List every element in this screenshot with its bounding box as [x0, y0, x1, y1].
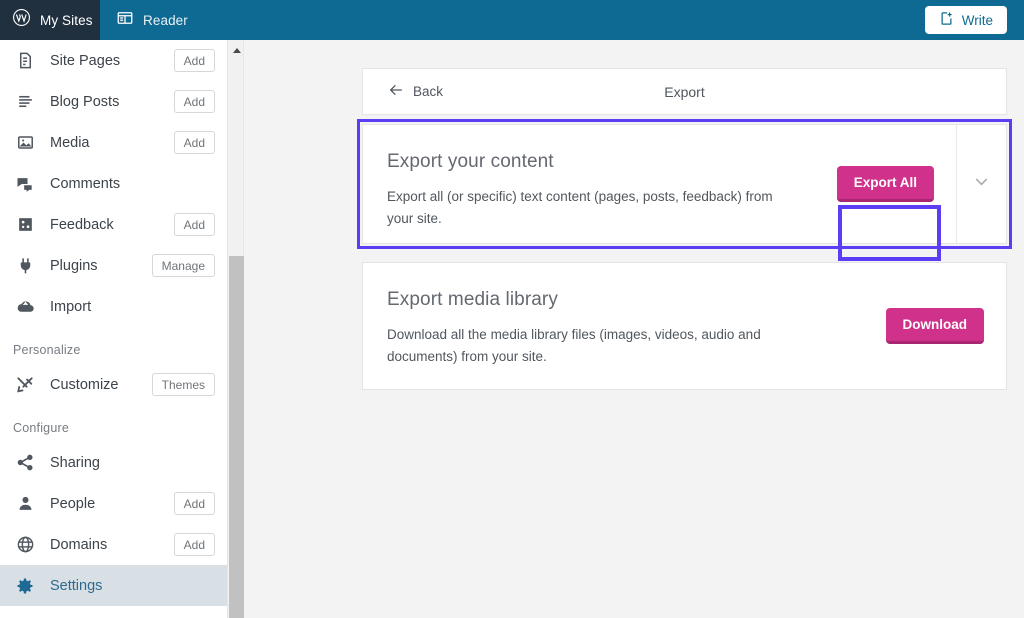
reader-nav-button[interactable]: Reader — [100, 0, 204, 40]
comments-icon — [13, 172, 37, 196]
sidebar-label: Import — [50, 298, 92, 315]
customize-tools-icon — [13, 373, 37, 397]
export-media-title: Export media library — [387, 289, 558, 310]
sidebar-item-settings[interactable]: Settings — [0, 565, 227, 606]
plugin-icon — [13, 254, 37, 278]
my-sites-label: My Sites — [40, 12, 93, 28]
export-content-description: Export all (or specific) text content (p… — [387, 189, 773, 226]
sidebar-scrollbar-track[interactable] — [229, 40, 244, 618]
page-icon — [13, 49, 37, 73]
sidebar-action-button[interactable]: Themes — [151, 373, 215, 396]
reader-label: Reader — [143, 12, 188, 28]
sidebar-item-blog-posts[interactable]: Blog Posts Add — [0, 81, 227, 122]
posts-icon — [13, 90, 37, 114]
sidebar-item-import[interactable]: Import — [0, 286, 227, 327]
export-content-card: Export your content Export all (or speci… — [362, 124, 1007, 261]
back-button[interactable]: Back — [388, 82, 443, 101]
download-button[interactable]: Download — [885, 308, 984, 344]
export-content-expand-toggle[interactable] — [956, 125, 1006, 243]
share-icon — [13, 451, 37, 475]
sidebar-item-domains[interactable]: Domains Add — [0, 524, 227, 565]
export-media-card-body: Export media library Download all the me… — [363, 263, 864, 389]
import-cloud-icon — [13, 295, 37, 319]
export-content-card-body: Export your content Export all (or speci… — [363, 125, 815, 243]
scroll-up-arrow-icon[interactable] — [229, 43, 244, 57]
sidebar-scrollbar-thumb[interactable] — [229, 256, 244, 618]
globe-icon — [13, 533, 37, 557]
export-header-bar: Back Export — [362, 68, 1007, 115]
sidebar-label: Blog Posts — [50, 93, 120, 110]
sidebar-action-button[interactable]: Add — [173, 533, 215, 556]
sidebar-label: Feedback — [50, 216, 114, 233]
sidebar-label: Site Pages — [50, 52, 121, 69]
back-label: Back — [413, 84, 444, 99]
sidebar-item-plugins[interactable]: Plugins Manage — [0, 245, 227, 286]
sidebar-action-button[interactable]: Add — [173, 213, 215, 236]
sidebar-action-button[interactable]: Add — [173, 90, 215, 113]
reader-layout-icon — [116, 9, 134, 32]
sidebar-label: Customize — [50, 376, 119, 393]
sidebar-item-site-pages[interactable]: Site Pages Add — [0, 40, 227, 81]
write-button[interactable]: Write — [924, 6, 1007, 34]
export-media-description: Download all the media library files (im… — [387, 327, 761, 364]
gear-icon — [13, 574, 37, 598]
sidebar-label: Domains — [50, 536, 108, 553]
sidebar-item-feedback[interactable]: Feedback Add — [0, 204, 227, 245]
sidebar-label: Comments — [50, 175, 121, 192]
person-icon — [13, 492, 37, 516]
sidebar-item-customize[interactable]: Customize Themes — [0, 364, 227, 405]
sidebar: Site Pages Add Blog Posts Add Media Add — [0, 40, 228, 618]
sidebar-section-personalize: Personalize — [13, 343, 81, 357]
sidebar-item-sharing[interactable]: Sharing — [0, 442, 227, 483]
chevron-down-icon — [972, 172, 991, 196]
sidebar-action-button[interactable]: Add — [173, 49, 215, 72]
write-page-plus-icon — [939, 11, 954, 29]
sidebar-label: Plugins — [50, 257, 98, 274]
arrow-left-icon — [388, 82, 404, 101]
my-sites-nav-button[interactable]: My Sites — [0, 0, 100, 40]
sidebar-action-button[interactable]: Manage — [151, 254, 215, 277]
sidebar-item-media[interactable]: Media Add — [0, 122, 227, 163]
sidebar-label: People — [50, 495, 96, 512]
page-title: Export — [664, 83, 705, 100]
write-label: Write — [961, 12, 993, 28]
wordpress-logo-icon — [12, 8, 31, 32]
feedback-icon — [13, 213, 37, 237]
sidebar-action-button[interactable]: Add — [173, 131, 215, 154]
sidebar-item-people[interactable]: People Add — [0, 483, 227, 524]
media-icon — [13, 131, 37, 155]
export-content-action: Export All — [815, 125, 956, 261]
main-content: Back Export Export your content Export a… — [245, 40, 1024, 618]
export-all-button-highlight — [837, 205, 941, 261]
sidebar-section-configure: Configure — [13, 421, 69, 435]
export-content-title: Export your content — [387, 151, 554, 172]
sidebar-action-button[interactable]: Add — [173, 492, 215, 515]
sidebar-label: Media — [50, 134, 90, 151]
export-media-card: Export media library Download all the me… — [362, 262, 1007, 390]
export-all-button[interactable]: Export All — [836, 166, 934, 202]
sidebar-label: Sharing — [50, 454, 100, 471]
sidebar-label: Settings — [50, 577, 103, 594]
sidebar-item-comments[interactable]: Comments — [0, 163, 227, 204]
masthead: My Sites Reader Write — [0, 0, 1024, 40]
export-media-action: Download — [864, 263, 1007, 389]
